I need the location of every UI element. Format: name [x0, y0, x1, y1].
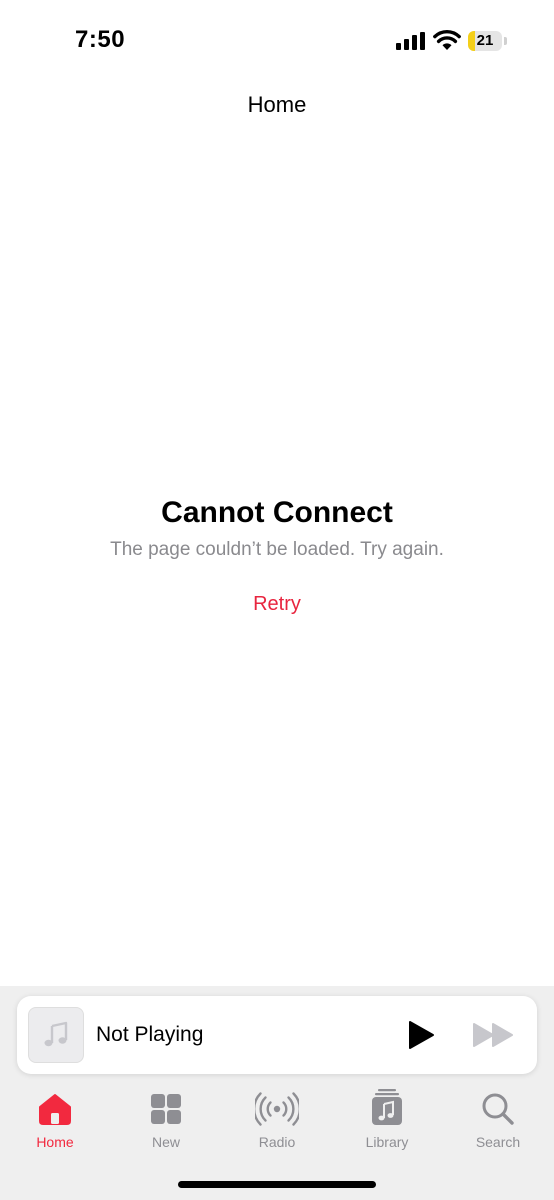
tab-radio[interactable]: Radio: [232, 1088, 322, 1154]
retry-button[interactable]: Retry: [227, 590, 327, 620]
radio-icon: [255, 1092, 299, 1126]
status-time: 7:50: [75, 26, 126, 53]
page-title: Home: [247, 92, 307, 117]
tab-label: Library: [365, 1134, 409, 1150]
forward-icon[interactable]: [472, 1022, 516, 1048]
tab-search[interactable]: Search: [453, 1088, 543, 1154]
library-icon: [372, 1089, 402, 1125]
tab-new[interactable]: New: [121, 1088, 211, 1154]
battery-level: 21: [476, 32, 494, 49]
search-icon: [482, 1093, 514, 1125]
mini-player[interactable]: Not Playing: [17, 996, 537, 1074]
battery-body: 21: [468, 31, 502, 51]
grid-icon: [151, 1094, 181, 1124]
error-title: Cannot Connect: [161, 496, 393, 529]
battery-indicator: 21: [468, 31, 508, 51]
now-playing-title: Not Playing: [96, 1023, 204, 1046]
battery-cap: [504, 37, 507, 45]
tab-label: Radio: [258, 1134, 296, 1150]
home-icon: [39, 1094, 71, 1125]
status-bar: 7:50 21: [0, 0, 554, 80]
tab-home[interactable]: Home: [10, 1088, 100, 1154]
tab-label: Search: [475, 1134, 521, 1150]
tab-library[interactable]: Library: [342, 1088, 432, 1154]
home-indicator: [178, 1181, 376, 1188]
cellular-signal-icon: [396, 32, 425, 50]
tab-label: New: [151, 1134, 180, 1150]
error-message: The page couldn’t be loaded. Try again.: [110, 539, 444, 560]
wifi-icon: [433, 29, 461, 50]
artwork-placeholder: [28, 1007, 84, 1063]
play-icon[interactable]: [406, 1020, 436, 1050]
tab-bar: Home New Radio Library Search: [0, 1088, 554, 1158]
music-note-icon: [44, 1021, 68, 1047]
tab-label: Home: [36, 1134, 74, 1150]
